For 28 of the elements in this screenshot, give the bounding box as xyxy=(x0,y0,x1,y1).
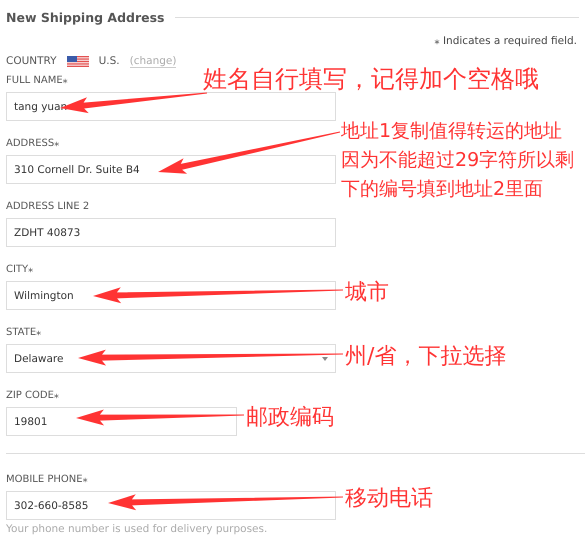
country-label: COUNTRY xyxy=(6,55,57,67)
annotation-text: 因为不能超过29字符所以剩 xyxy=(341,148,574,173)
annotation-text: 下的编号填到地址2里面 xyxy=(341,177,544,202)
section-title: New Shipping Address xyxy=(6,10,164,25)
field-label: MOBILE PHONE⁎ xyxy=(6,474,88,487)
input-field[interactable]: 302-660-8585 xyxy=(6,491,336,520)
helper-text: Your phone number is used for delivery purposes. xyxy=(6,523,268,535)
caret-icon xyxy=(322,356,328,360)
field-label: ADDRESS LINE 2 xyxy=(6,201,90,214)
required-note: ⁎ Indicates a required field. xyxy=(433,35,578,47)
annotation-text: 邮政编码 xyxy=(246,404,334,432)
field-label: CITY⁎ xyxy=(6,264,34,277)
field-label: STATE⁎ xyxy=(6,327,42,340)
state-select[interactable]: Delaware xyxy=(6,344,336,373)
annotation-text: 州/省，下拉选择 xyxy=(345,343,506,371)
flag-icon xyxy=(66,56,89,66)
annotation-text: 地址1复制值得转运的地址 xyxy=(341,119,562,144)
input-field[interactable]: 19801 xyxy=(6,407,237,436)
input-field[interactable]: 310 Cornell Dr. Suite B4 xyxy=(6,155,336,184)
field-label: ADDRESS⁎ xyxy=(6,138,60,151)
field-label: ZIP CODE⁎ xyxy=(6,390,59,403)
annotation-text: 城市 xyxy=(345,279,389,307)
input-field[interactable]: ZDHT 40873 xyxy=(6,218,336,247)
input-field[interactable]: Wilmington xyxy=(6,281,336,310)
country-value: U.S. xyxy=(98,55,120,67)
field-label: FULL NAME⁎ xyxy=(6,75,68,88)
annotation-text: 姓名自行填写，记得加个空格哦 xyxy=(203,64,539,95)
annotation-text: 移动电话 xyxy=(345,485,433,513)
